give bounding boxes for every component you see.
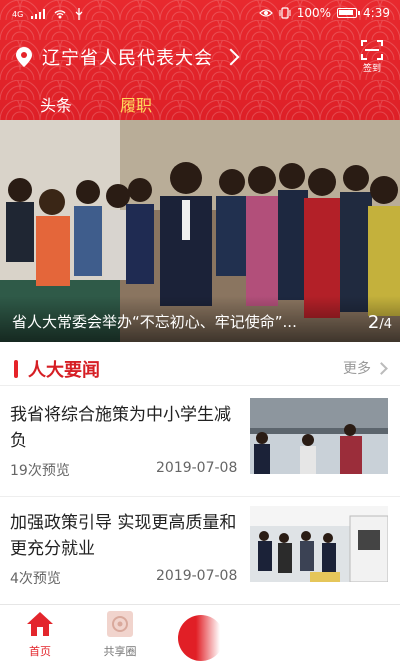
nav-share-label: 共享圈: [103, 645, 137, 658]
section-header: 人大要闻 更多: [0, 350, 400, 386]
bottom-nav: 首页 共享圈: [0, 604, 400, 666]
location-selector[interactable]: 辽宁省人民代表大会: [16, 44, 240, 70]
list-item[interactable]: 加强政策引导 实现更高质量和更充分就业 4次预览 2019-07-08: [0, 498, 400, 606]
hotspot-icon: [54, 10, 66, 19]
status-bar: 4G 100% 4:39: [0, 0, 400, 30]
pager-current: 2: [367, 312, 380, 333]
news-title: 加强政策引导 实现更高质量和更充分就业: [10, 513, 237, 559]
signal-icon: [31, 9, 46, 19]
chevron-right-icon: [222, 48, 240, 66]
nav-share-circle[interactable]: 共享圈: [90, 611, 150, 659]
tab-headlines[interactable]: 头条: [40, 92, 72, 120]
network-indicator: 4G: [12, 9, 24, 19]
banner-caption: 省人大常委会举办“不忘初心、牢记使命”...: [12, 313, 297, 331]
more-link[interactable]: 更多: [343, 358, 388, 378]
fade-overlay: [196, 605, 236, 666]
news-date: 2019-07-08: [156, 568, 238, 584]
vibrate-icon: [279, 7, 291, 19]
more-label: 更多: [343, 361, 371, 377]
divider: [0, 496, 400, 497]
section-title: 人大要闻: [28, 360, 100, 381]
usb-icon: [75, 8, 83, 20]
nav-home[interactable]: 首页: [10, 611, 70, 659]
app-screen: 4G 100% 4:39 辽宁省人民代表大会 签到 头条 履职 省人大常委会举办…: [0, 0, 400, 666]
nav-home-label: 首页: [29, 645, 51, 658]
news-date: 2019-07-08: [156, 460, 238, 476]
battery-icon: [337, 8, 361, 18]
chevron-right-icon: [375, 361, 388, 375]
pager-total: /4: [379, 317, 392, 332]
share-circle-icon: [107, 611, 133, 637]
news-section: 人大要闻 更多 我省将综合施策为中小学生减负 19次预览 2019-07-08: [0, 342, 400, 604]
news-thumbnail: [250, 506, 388, 582]
sign-in-button[interactable]: 签到: [360, 40, 384, 76]
top-tabs: 头条 履职: [40, 92, 152, 120]
tab-duties[interactable]: 履职: [120, 92, 152, 120]
section-accent-bar: [14, 360, 18, 378]
news-views: 19次预览: [10, 463, 70, 479]
home-icon: [27, 612, 53, 636]
list-item[interactable]: 我省将综合施策为中小学生减负 19次预览 2019-07-08: [0, 390, 400, 498]
scan-icon: [361, 40, 383, 60]
banner-pager: 2/4: [368, 312, 392, 333]
eye-icon: [258, 9, 273, 17]
banner-carousel[interactable]: 省人大常委会举办“不忘初心、牢记使命”... 2/4: [0, 120, 400, 342]
news-title: 我省将综合施策为中小学生减负: [10, 405, 231, 451]
clock: 4:39: [363, 6, 390, 20]
location-pin-icon: [16, 47, 32, 67]
battery-percent: 100%: [296, 6, 332, 20]
header: 4G 100% 4:39 辽宁省人民代表大会 签到 头条 履职: [0, 0, 400, 120]
news-thumbnail: [250, 398, 388, 474]
news-views: 4次预览: [10, 571, 61, 587]
location-title: 辽宁省人民代表大会: [42, 48, 213, 69]
sign-in-label: 签到: [362, 64, 381, 74]
